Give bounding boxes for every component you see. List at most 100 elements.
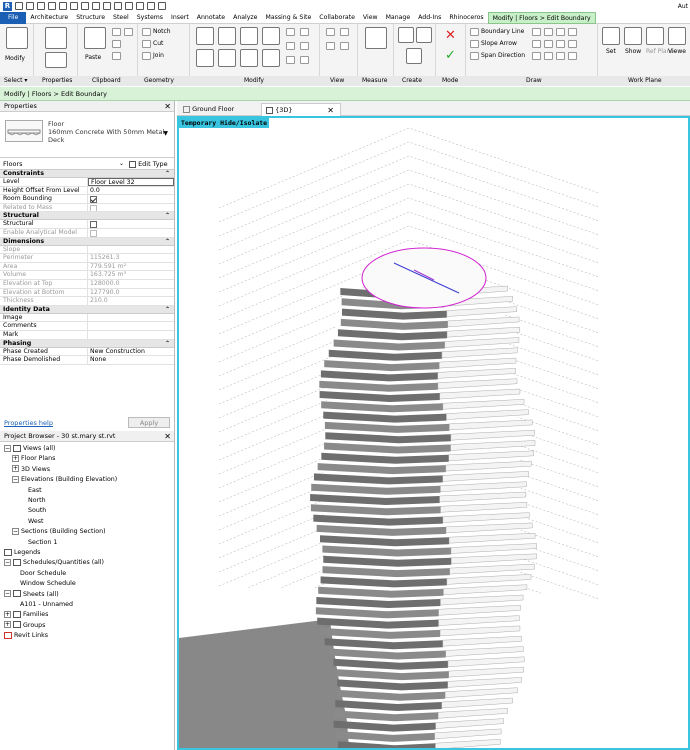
redo-icon[interactable] (59, 2, 67, 10)
section-qat-icon[interactable] (125, 2, 133, 10)
browser-node[interactable]: A101 - Unnamed (20, 600, 73, 610)
dimension-qat-icon[interactable] (92, 2, 100, 10)
property-value[interactable]: None (88, 356, 174, 364)
tab-add-ins[interactable]: Add-Ins (414, 12, 445, 24)
offset-icon[interactable] (218, 27, 236, 45)
notch-label[interactable]: Notch (153, 28, 171, 35)
chevron-down-icon[interactable]: ▼ (163, 130, 168, 137)
revit-logo-icon[interactable]: R (3, 1, 12, 11)
tangent-arc-icon[interactable] (544, 40, 553, 48)
paste-aligned-icon[interactable] (124, 28, 133, 36)
collapse-icon[interactable]: − (4, 590, 11, 598)
paste-label[interactable]: Paste (85, 54, 101, 61)
section-dimensions[interactable]: Dimensions ⌃ (0, 237, 174, 246)
slope-arrow-icon[interactable] (470, 40, 479, 48)
section-constraints[interactable]: Constraints ⌃ (0, 170, 174, 178)
mirror-line-icon[interactable] (262, 27, 280, 45)
modify-cursor-icon[interactable] (6, 27, 28, 49)
browser-node[interactable]: + Floor Plans (12, 454, 55, 464)
viewer-button[interactable]: Viewe (668, 48, 686, 55)
print-icon[interactable] (70, 2, 78, 10)
join-label[interactable]: Join (153, 52, 164, 59)
browser-node[interactable]: + Groups (4, 621, 45, 631)
span-direction-button[interactable]: Span Direction (481, 52, 525, 59)
tab-ground-floor[interactable]: Ground Floor (179, 103, 259, 116)
unpin-icon[interactable] (286, 56, 295, 64)
instance-filter[interactable]: Floors ⌄ Edit Type (0, 158, 174, 170)
edit-type-button[interactable]: Edit Type (129, 158, 168, 170)
collapse-icon[interactable]: ⌃ (165, 306, 170, 314)
tab-annotate[interactable]: Annotate (193, 12, 229, 24)
tab-file[interactable]: File (0, 11, 27, 24)
hide-element-icon[interactable] (326, 28, 335, 36)
property-value[interactable] (88, 322, 174, 330)
set-button[interactable]: Set (606, 48, 616, 55)
notch-icon[interactable] (142, 28, 151, 36)
tab-insert[interactable]: Insert (167, 12, 193, 24)
measure-qat-icon[interactable] (81, 2, 89, 10)
checkbox[interactable] (90, 196, 97, 203)
collapse-icon[interactable]: ⌃ (165, 170, 170, 178)
browser-node[interactable]: +3D Views (12, 465, 50, 475)
undo-icon[interactable] (48, 2, 56, 10)
rotate-icon[interactable] (240, 49, 258, 67)
create-group-icon[interactable] (416, 27, 432, 43)
switch-windows-icon[interactable] (158, 2, 166, 10)
collapse-icon[interactable]: ⌃ (165, 238, 170, 246)
thin-lines-icon[interactable] (136, 2, 144, 10)
browser-node[interactable]: Window Schedule (20, 579, 76, 589)
cut-label[interactable]: Cut (153, 40, 163, 47)
mirror-axis-icon[interactable] (240, 27, 258, 45)
3d-view-qat-icon[interactable] (114, 2, 122, 10)
properties-icon[interactable] (45, 27, 67, 49)
linework-icon[interactable] (326, 42, 335, 50)
browser-node[interactable]: Section 1 (28, 538, 57, 548)
spline-draw-icon[interactable] (568, 40, 577, 48)
open-icon[interactable] (15, 2, 23, 10)
array-icon[interactable] (286, 42, 295, 50)
boundary-line-icon[interactable] (470, 28, 479, 36)
sync-icon[interactable] (37, 2, 45, 10)
expand-icon[interactable]: + (4, 621, 11, 629)
pick-lines-icon[interactable] (556, 52, 565, 60)
tab-3d-view[interactable]: {3D} ✕ (261, 103, 341, 116)
create-similar-icon[interactable] (406, 48, 422, 64)
set-workplane-icon[interactable] (602, 27, 620, 45)
collapse-icon[interactable]: − (4, 558, 11, 566)
collapse-icon[interactable]: ⌃ (165, 340, 170, 348)
tab-structure[interactable]: Structure (72, 12, 109, 24)
move-icon[interactable] (196, 49, 214, 67)
circle-draw-icon[interactable] (568, 28, 577, 36)
span-direction-icon[interactable] (470, 52, 479, 60)
section-phasing[interactable]: Phasing ⌃ (0, 339, 174, 348)
align-icon[interactable] (196, 27, 214, 45)
partial-ellipse-icon[interactable] (544, 52, 553, 60)
browser-node[interactable]: Legends (4, 548, 40, 558)
expand-icon[interactable]: + (4, 610, 11, 618)
close-icon[interactable]: ✕ (164, 101, 171, 112)
close-icon[interactable]: ✕ (164, 431, 171, 442)
tab-collaborate[interactable]: Collaborate (315, 12, 359, 24)
slope-arrow-button[interactable]: Slope Arrow (481, 40, 517, 47)
tab-systems[interactable]: Systems (133, 12, 167, 24)
browser-node[interactable]: + Families (4, 610, 48, 620)
delete-icon[interactable] (300, 56, 309, 64)
checkbox[interactable] (90, 221, 97, 228)
browser-node[interactable]: − Sections (Building Section) (12, 527, 106, 537)
paste-icon[interactable] (84, 27, 106, 49)
collapse-icon[interactable]: ⌃ (165, 212, 170, 220)
polygon-draw-icon[interactable] (556, 28, 565, 36)
tab-analyze[interactable]: Analyze (229, 12, 261, 24)
close-hidden-icon[interactable] (147, 2, 155, 10)
finish-edit-icon[interactable]: ✓ (445, 48, 456, 63)
tab-view[interactable]: View (359, 12, 382, 24)
join-icon[interactable] (142, 52, 151, 60)
line-draw-icon[interactable] (532, 28, 541, 36)
match-properties-icon[interactable] (112, 52, 121, 60)
tag-qat-icon[interactable] (103, 2, 111, 10)
pin-icon[interactable] (300, 28, 309, 36)
collapse-icon[interactable]: − (12, 527, 19, 535)
type-properties-icon[interactable] (45, 52, 67, 68)
browser-node[interactable]: West (28, 517, 43, 527)
collapse-icon[interactable]: − (12, 475, 19, 483)
